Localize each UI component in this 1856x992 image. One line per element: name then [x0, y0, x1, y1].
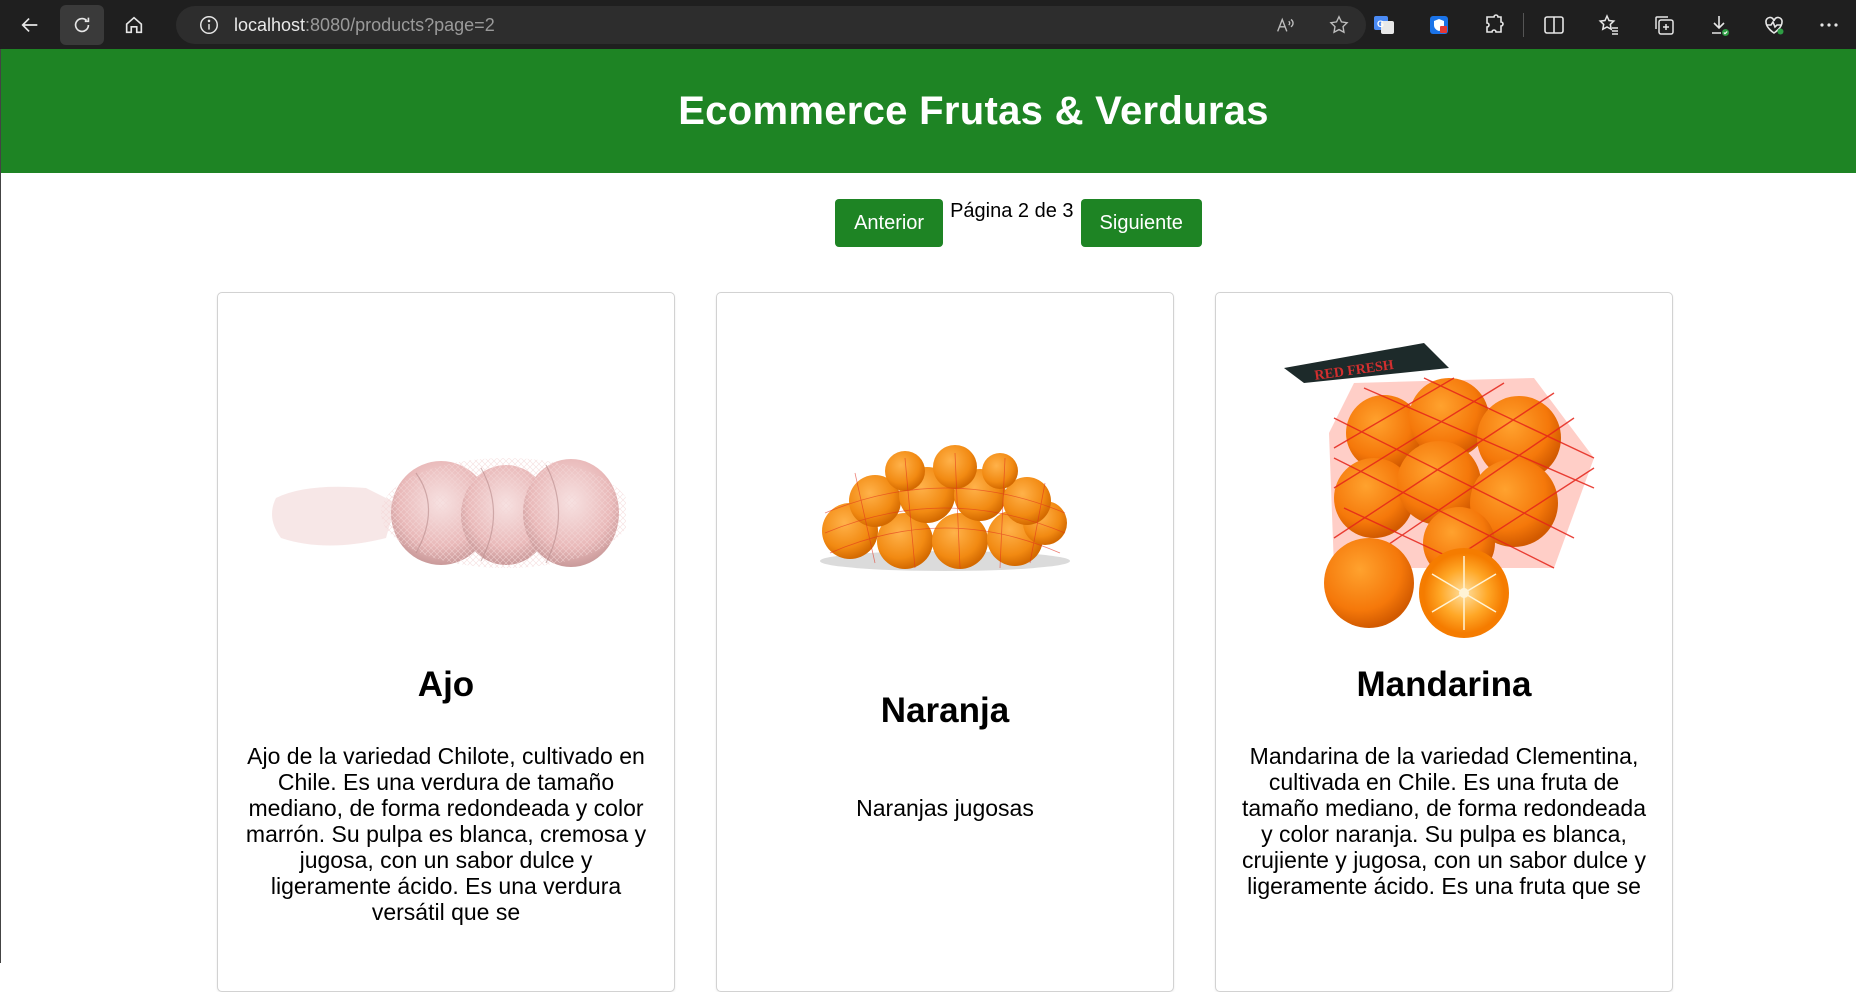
translate-icon: G — [1373, 15, 1394, 34]
browser-toolbar: localhost:8080/products?page=2 G — [0, 0, 1856, 49]
web-page: Ecommerce Frutas & Verduras Anterior Pág… — [0, 49, 1856, 992]
mandarins-icon: RED FRESH — [1284, 343, 1595, 638]
back-arrow-icon — [21, 17, 38, 32]
downloads-button[interactable] — [1691, 0, 1746, 49]
address-bar[interactable]: localhost:8080/products?page=2 — [176, 6, 1366, 44]
product-name: Ajo — [417, 665, 475, 704]
extensions-button[interactable] — [1466, 0, 1521, 49]
more-dots-icon — [1819, 22, 1838, 27]
toolbar-separator — [1523, 12, 1524, 37]
collections-button[interactable] — [1636, 0, 1691, 49]
url-text[interactable]: localhost:8080/products?page=2 — [234, 15, 495, 36]
read-aloud-button[interactable] — [1258, 6, 1312, 44]
product-description: Naranjas jugosas — [856, 795, 1034, 821]
read-aloud-icon — [1277, 17, 1294, 32]
security-extension-button[interactable] — [1411, 0, 1466, 49]
svg-text:G: G — [1377, 19, 1384, 29]
page-title: Ecommerce Frutas & Verduras — [678, 88, 1269, 133]
oranges-net-image[interactable] — [717, 293, 1173, 733]
product-description: Mandarina de la variedad Clementina, cul… — [1241, 743, 1647, 899]
url-host: localhost — [234, 14, 306, 35]
home-icon — [125, 16, 143, 33]
product-card[interactable]: Naranja Naranjas jugosas — [716, 292, 1174, 992]
star-icon — [1329, 15, 1349, 34]
product-grid: Ajo Ajo de la variedad Chilote, cultivad… — [217, 292, 1673, 992]
previous-page-button[interactable]: Anterior — [835, 199, 944, 247]
split-screen-button[interactable] — [1526, 0, 1581, 49]
translate-extension-button[interactable]: G — [1356, 0, 1411, 49]
info-icon[interactable] — [198, 14, 220, 36]
heart-pulse-icon — [1764, 16, 1783, 34]
product-name: Mandarina — [1356, 665, 1532, 704]
home-button[interactable] — [112, 5, 156, 45]
split-screen-icon — [1543, 15, 1564, 34]
settings-more-button[interactable] — [1801, 0, 1856, 49]
back-button[interactable] — [8, 5, 52, 45]
download-icon — [1711, 15, 1729, 36]
pagination: Anterior Página 2 de 3 Siguiente — [91, 199, 1856, 247]
favorites-button[interactable] — [1581, 0, 1636, 49]
product-name: Naranja — [880, 691, 1010, 730]
url-path: :8080/products?page=2 — [305, 14, 495, 35]
puzzle-icon — [1485, 13, 1504, 33]
shield-lock-icon — [1429, 15, 1448, 34]
site-header: Ecommerce Frutas & Verduras — [1, 49, 1856, 173]
oranges-icon — [820, 445, 1070, 571]
refresh-icon — [74, 17, 90, 32]
product-card[interactable]: Ajo Ajo de la variedad Chilote, cultivad… — [217, 292, 675, 992]
product-card[interactable]: RED FRESH Mandarina Mandarina de la vari… — [1215, 292, 1673, 992]
refresh-button[interactable] — [60, 4, 104, 45]
next-page-button[interactable]: Siguiente — [1080, 199, 1202, 247]
favorites-list-icon — [1598, 13, 1618, 35]
garlic-icon — [272, 458, 626, 568]
product-description: Ajo de la variedad Chilote, cultivado en… — [245, 743, 647, 925]
collections-icon — [1654, 15, 1674, 35]
page-indicator: Página 2 de 3 — [950, 200, 1074, 222]
browser-essentials-button[interactable] — [1746, 0, 1801, 49]
